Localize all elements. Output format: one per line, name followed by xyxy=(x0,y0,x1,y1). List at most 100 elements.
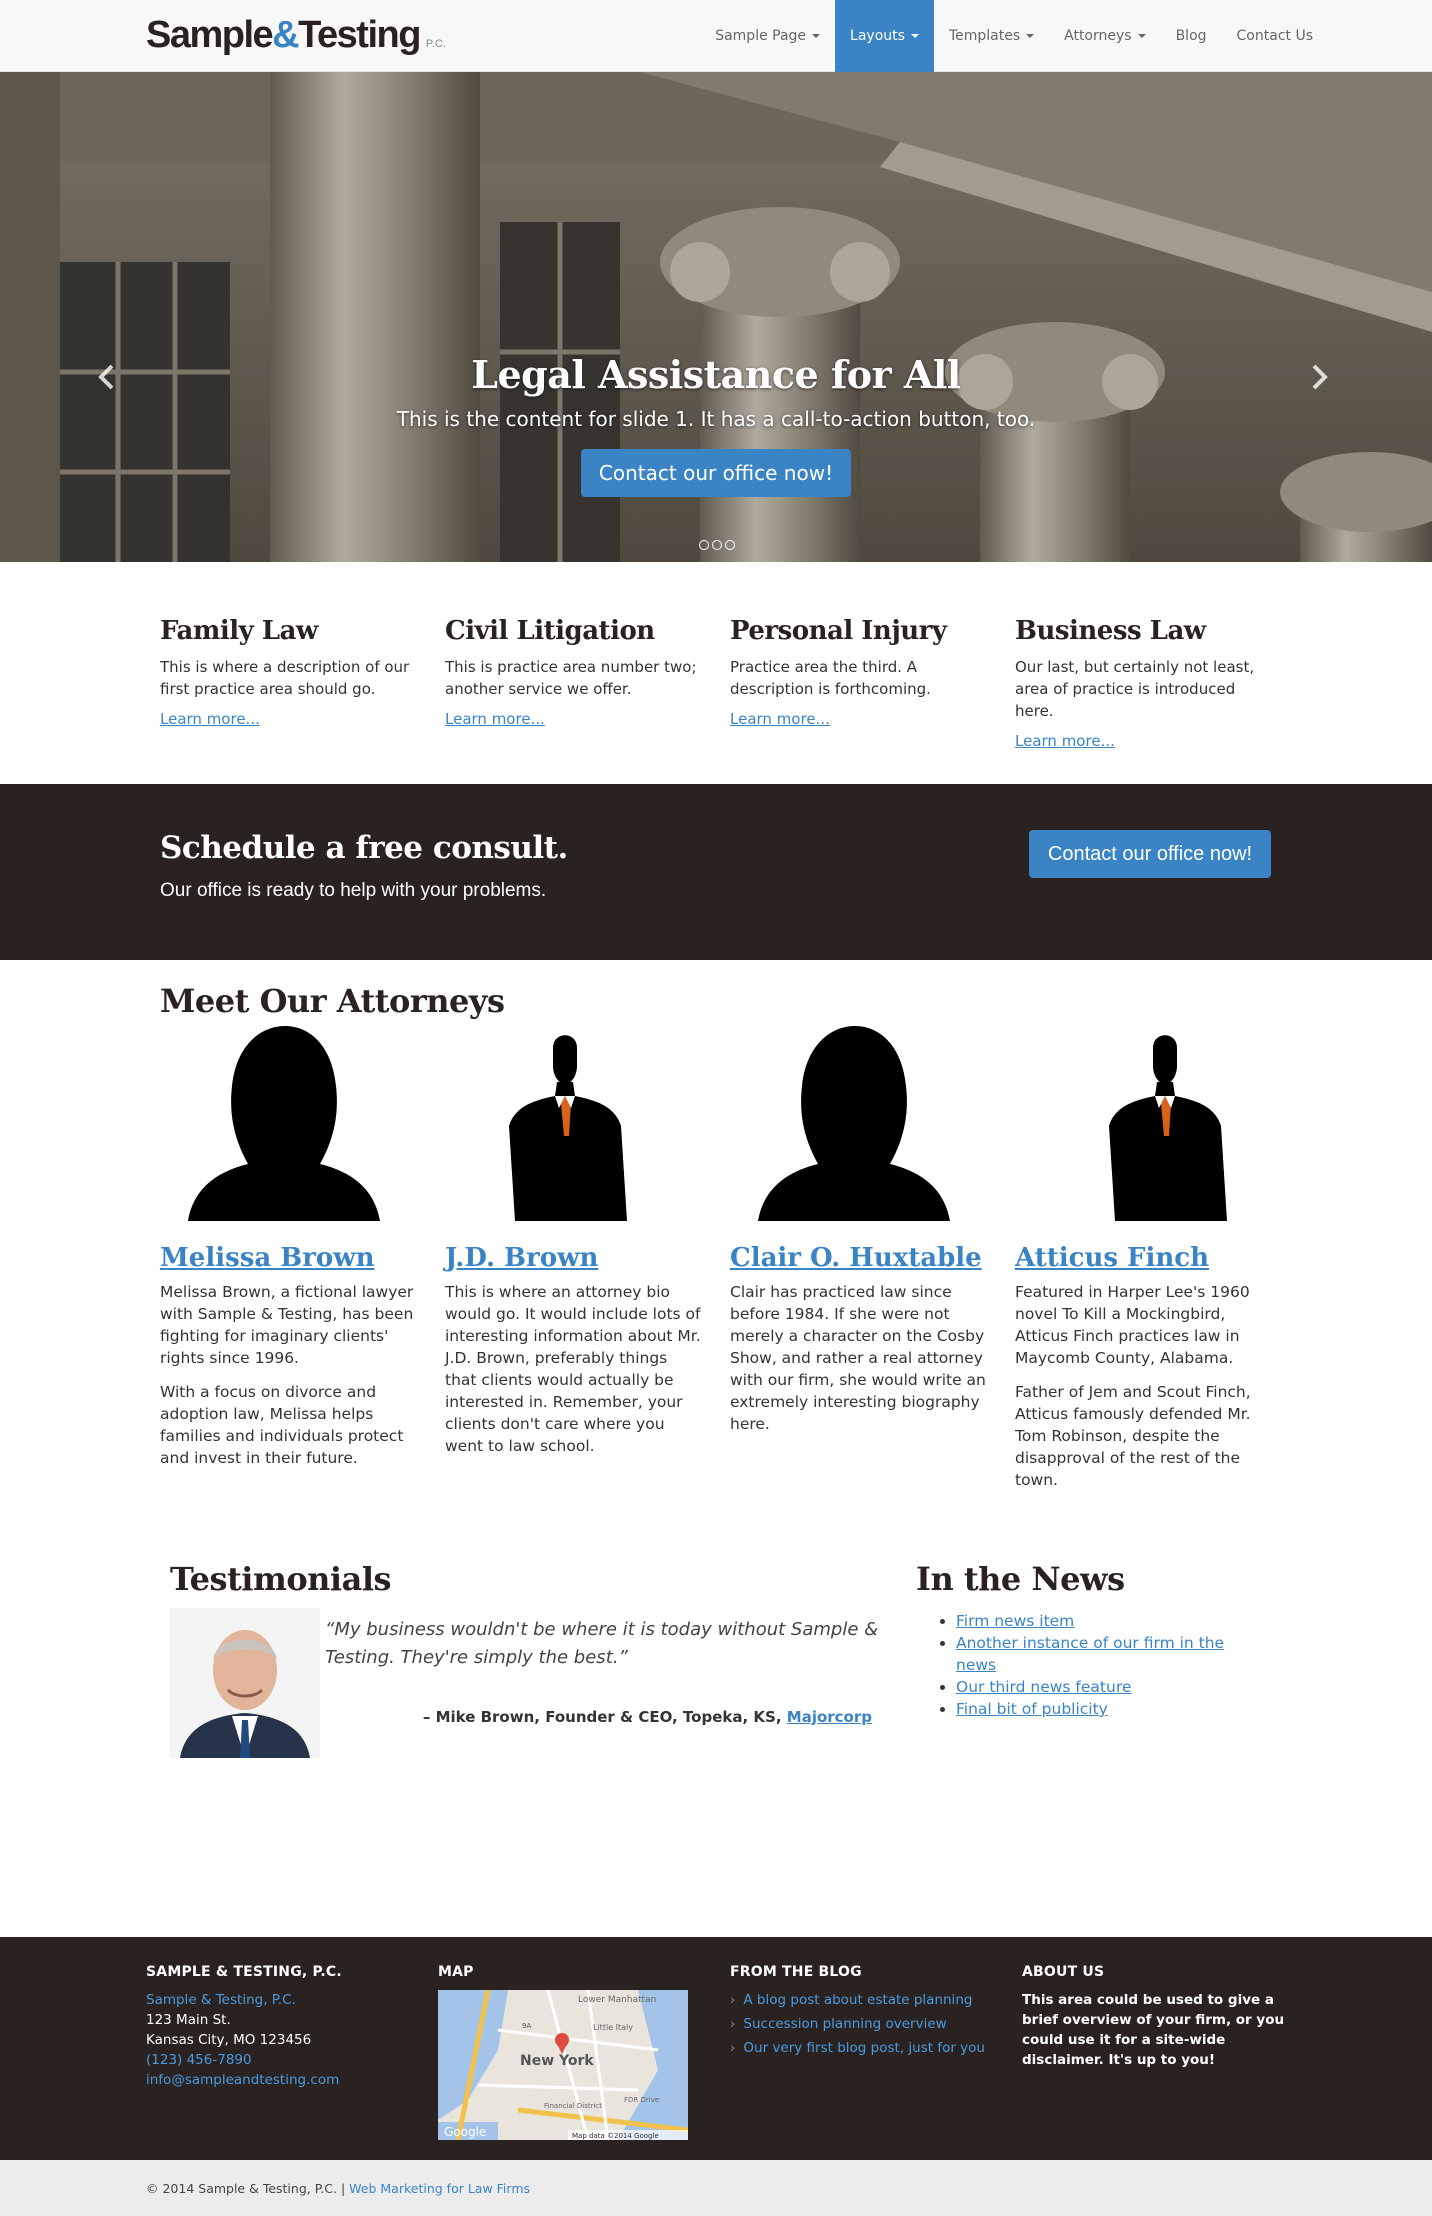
practice-business-law: Business Law Our last, but certainly not… xyxy=(1015,616,1300,754)
practice-family-law: Family Law This is where a description o… xyxy=(160,616,445,754)
news-link[interactable]: Our third news feature xyxy=(956,1678,1131,1696)
testimonial-quote: “My business wouldn't be where it is tod… xyxy=(325,1619,879,1668)
caret-down-icon xyxy=(910,34,919,38)
practice-personal-injury: Personal Injury Practice area the third.… xyxy=(730,616,1015,754)
hero-carousel: Legal Assistance for All This is the con… xyxy=(0,72,1432,562)
copyright-text: © 2014 Sample & Testing, P.C. | xyxy=(146,2180,346,2196)
practice-title: Civil Litigation xyxy=(445,616,655,646)
attorney-bio: With a focus on divorce and adoption law… xyxy=(160,1383,404,1467)
brand-logo[interactable]: Sample&Testing P.C. xyxy=(146,14,446,57)
company-link[interactable]: Majorcorp xyxy=(787,1708,872,1726)
attorney-name-link[interactable]: J.D. Brown xyxy=(445,1243,598,1273)
attorney-name-link[interactable]: Atticus Finch xyxy=(1015,1243,1209,1273)
news-link[interactable]: Final bit of publicity xyxy=(956,1700,1108,1718)
copyright-link[interactable]: Web Marketing for Law Firms xyxy=(349,2181,530,2196)
address-city: Kansas City, MO 123456 xyxy=(146,2032,312,2048)
nav-item-layouts[interactable]: Layouts xyxy=(835,0,934,72)
attorney-bio: Melissa Brown, a fictional lawyer with S… xyxy=(160,1283,414,1367)
map-label-fdr: FDR Drive xyxy=(624,2096,659,2104)
cta-contact-button[interactable]: Contact our office now! xyxy=(1029,830,1271,878)
hero-text: This is the content for slide 1. It has … xyxy=(396,407,1036,431)
practice-civil-litigation: Civil Litigation This is practice area n… xyxy=(445,616,730,754)
news-item: Another instance of our firm in the news xyxy=(956,1632,1236,1676)
carousel-dot[interactable] xyxy=(725,540,735,550)
attorney-bio: Father of Jem and Scout Finch, Atticus f… xyxy=(1015,1383,1251,1489)
carousel-dot[interactable] xyxy=(699,540,709,550)
navbar: Sample&Testing P.C. Sample Page Layouts … xyxy=(0,0,1432,72)
practice-text: Our last, but certainly not least, area … xyxy=(1015,658,1255,720)
practice-title: Business Law xyxy=(1015,616,1206,646)
about-text: This area could be used to give a brief … xyxy=(1022,1992,1285,2068)
caret-down-icon xyxy=(1137,34,1146,38)
learn-more-link[interactable]: Learn more... xyxy=(445,710,545,728)
cta-title: Schedule a free consult. xyxy=(160,830,568,866)
address-street: 123 Main St. xyxy=(146,2012,231,2028)
testimonials-heading: Testimonials xyxy=(170,1560,391,1598)
brand-ampersand: & xyxy=(272,14,299,56)
practice-text: Practice area the third. A description i… xyxy=(730,658,931,698)
practice-title: Personal Injury xyxy=(730,616,947,646)
news-list: Firm news item Another instance of our f… xyxy=(916,1610,1236,1720)
blog-item: Our very first blog post, just for you xyxy=(730,2038,1000,2058)
news-item: Firm news item xyxy=(956,1610,1236,1632)
learn-more-link[interactable]: Learn more... xyxy=(160,710,260,728)
cta-text: Our office is ready to help with your pr… xyxy=(160,880,547,901)
caret-down-icon xyxy=(1026,34,1035,38)
practice-title: Family Law xyxy=(160,616,318,646)
brand-suffix: P.C. xyxy=(425,38,446,50)
map-google-logo: Google xyxy=(444,2125,486,2139)
footer-blog: FROM THE BLOG A blog post about estate p… xyxy=(730,1962,1022,2160)
blog-link[interactable]: Our very first blog post, just for you xyxy=(743,2040,985,2056)
news-item: Final bit of publicity xyxy=(956,1698,1236,1720)
news-item: Our third news feature xyxy=(956,1676,1236,1698)
testimonial-attribution: – Mike Brown, Founder & CEO, Topeka, KS,… xyxy=(422,1708,872,1726)
footer-about: ABOUT US This area could be used to give… xyxy=(1022,1962,1314,2160)
map-label-financial: Financial District xyxy=(544,2102,602,2110)
attorney-bio: Featured in Harper Lee's 1960 novel To K… xyxy=(1015,1283,1250,1367)
attorney-card: Clair O. Huxtable Clair has practiced la… xyxy=(730,1026,1015,1491)
map-label-9a: 9A xyxy=(522,2022,531,2030)
learn-more-link[interactable]: Learn more... xyxy=(1015,732,1115,750)
news-link[interactable]: Another instance of our firm in the news xyxy=(956,1634,1224,1674)
blog-list: A blog post about estate planning Succes… xyxy=(730,1990,1000,2058)
blog-item: A blog post about estate planning xyxy=(730,1990,1000,2010)
learn-more-link[interactable]: Learn more... xyxy=(730,710,830,728)
blog-link[interactable]: A blog post about estate planning xyxy=(743,1992,972,2008)
nav-item-templates[interactable]: Templates xyxy=(934,0,1049,72)
testimonials-news: Testimonials “My business wouldn't be wh… xyxy=(0,1540,1432,1937)
attorney-card: J.D. Brown This is where an attorney bio… xyxy=(445,1026,730,1491)
in-the-news: In the News Firm news item Another insta… xyxy=(916,1560,1236,1937)
caret-down-icon xyxy=(812,34,821,38)
attorney-name-link[interactable]: Melissa Brown xyxy=(160,1243,375,1273)
footer-contact: SAMPLE & TESTING, P.C. Sample & Testing,… xyxy=(146,1962,438,2160)
news-heading: In the News xyxy=(916,1560,1125,1598)
attorney-name-link[interactable]: Clair O. Huxtable xyxy=(730,1243,982,1273)
male-silhouette-icon xyxy=(1109,1035,1227,1221)
nav-item-contact[interactable]: Contact Us xyxy=(1222,0,1328,72)
consult-cta: Schedule a free consult. Our office is r… xyxy=(0,784,1432,960)
news-link[interactable]: Firm news item xyxy=(956,1612,1074,1630)
nav-item-blog[interactable]: Blog xyxy=(1161,0,1222,72)
hero-title: Legal Assistance for All xyxy=(471,352,961,397)
footer-heading: ABOUT US xyxy=(1022,1964,1105,1980)
blog-link[interactable]: Succession planning overview xyxy=(743,2016,946,2032)
carousel-indicators xyxy=(699,540,735,550)
email-link[interactable]: info@sampleandtesting.com xyxy=(146,2072,339,2088)
phone-link[interactable]: (123) 456-7890 xyxy=(146,2052,252,2068)
testimonials: Testimonials “My business wouldn't be wh… xyxy=(170,1560,890,1937)
footer-heading: SAMPLE & TESTING, P.C. xyxy=(146,1964,342,1980)
google-map[interactable]: Lower Manhattan Little Italy New York Fi… xyxy=(438,1990,688,2140)
firm-link[interactable]: Sample & Testing, P.C. xyxy=(146,1992,296,2008)
hero-contact-button[interactable]: Contact our office now! xyxy=(580,449,852,497)
carousel-dot[interactable] xyxy=(712,540,722,550)
nav-item-attorneys[interactable]: Attorneys xyxy=(1049,0,1160,72)
footer-heading: FROM THE BLOG xyxy=(730,1964,862,1980)
attorney-bio: Clair has practiced law since before 198… xyxy=(730,1283,986,1433)
map-label-lower: Lower Manhattan xyxy=(578,1995,656,2005)
map-label-city: New York xyxy=(520,2053,594,2069)
nav-item-sample-page[interactable]: Sample Page xyxy=(700,0,835,72)
map-credit: Map data ©2014 Google xyxy=(572,2132,659,2140)
attorneys-heading: Meet Our Attorneys xyxy=(160,982,505,1020)
female-silhouette-icon xyxy=(758,1026,950,1221)
hero-caption: Legal Assistance for All This is the con… xyxy=(0,352,1432,497)
